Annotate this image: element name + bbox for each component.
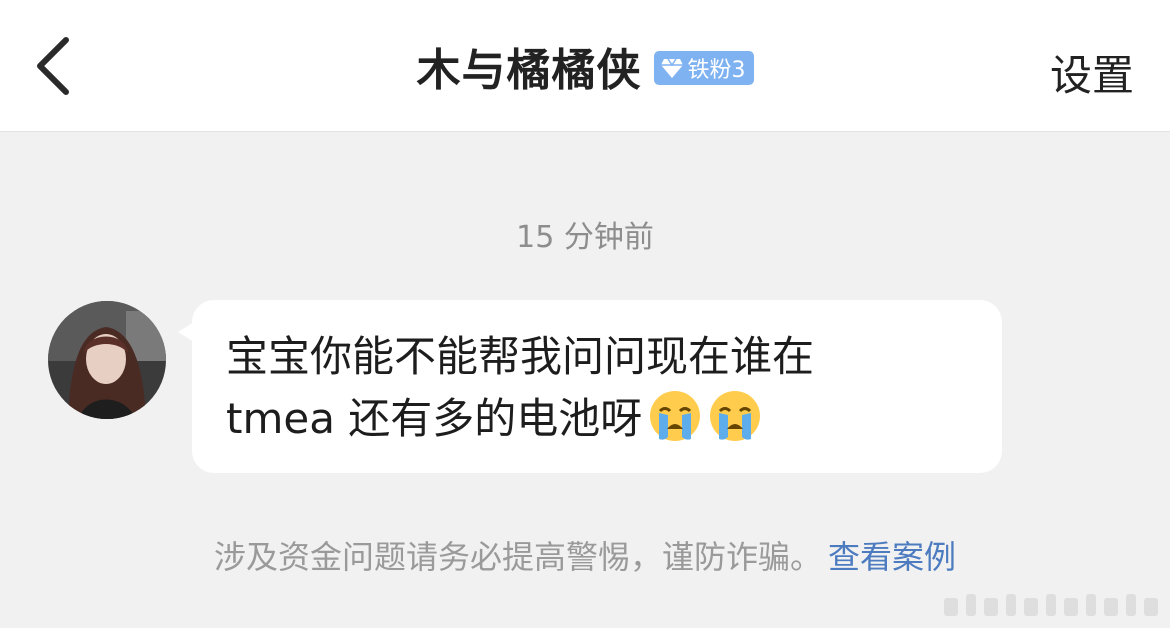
chat-title: 木与橘橘侠 — [416, 45, 642, 96]
watermark-graphic — [944, 594, 1158, 616]
diamond-icon — [660, 58, 683, 78]
avatar[interactable] — [48, 301, 166, 419]
message-text: 宝宝你能不能帮我问问现在谁在 tmea 还有多的电池呀 — [226, 326, 986, 450]
settings-button[interactable]: 设置 — [1050, 42, 1134, 103]
title-area: 木与橘橘侠 铁粉3 — [0, 36, 1170, 96]
safety-notice: 涉及资金问题请务必提高警惕，谨防诈骗。 查看案例 — [0, 532, 1170, 578]
message-line-1: 宝宝你能不能帮我问问现在谁在 — [226, 332, 815, 381]
fan-badge-label: 铁粉3 — [687, 58, 746, 83]
loudly-crying-face-icon — [650, 391, 701, 441]
top-bar: 木与橘橘侠 铁粉3 设置 — [0, 0, 1170, 132]
view-cases-link[interactable]: 查看案例 — [828, 538, 956, 576]
message-line-2: tmea 还有多的电池呀 — [226, 394, 643, 443]
message-timestamp: 15 分钟前 — [516, 220, 654, 255]
loudly-crying-face-icon — [710, 391, 761, 441]
fan-badge: 铁粉3 — [653, 51, 754, 85]
safety-notice-text: 涉及资金问题请务必提高警惕，谨防诈骗。 — [213, 538, 822, 576]
message-bubble[interactable]: 宝宝你能不能帮我问问现在谁在 tmea 还有多的电池呀 — [178, 300, 1002, 473]
avatar-image — [48, 301, 166, 419]
